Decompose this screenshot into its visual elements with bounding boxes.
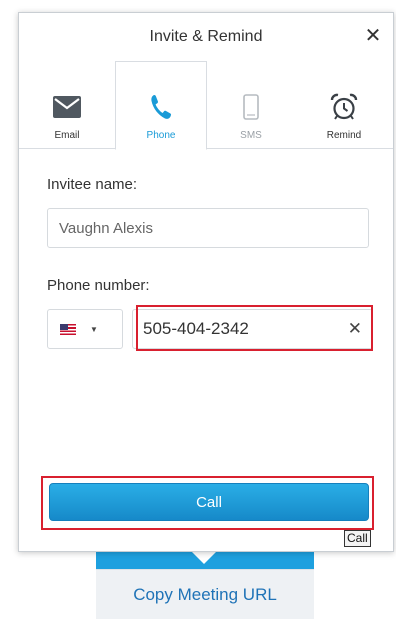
phone-number-input[interactable]	[133, 310, 353, 348]
call-button[interactable]: Call	[49, 483, 369, 521]
popover-pointer	[191, 551, 217, 564]
copy-meeting-url-button[interactable]: Copy Meeting URL	[96, 569, 314, 619]
us-flag-icon	[60, 323, 76, 335]
tab-sms-label: SMS	[240, 130, 262, 141]
tab-remind[interactable]: Remind	[295, 61, 393, 149]
alarm-clock-icon	[330, 90, 358, 124]
caret-down-icon: ▼	[90, 324, 98, 334]
envelope-icon	[53, 90, 81, 124]
tab-phone-label: Phone	[146, 130, 176, 141]
invitee-name-field[interactable]	[47, 208, 369, 248]
tab-email-label: Email	[54, 130, 80, 141]
tab-bar: Email Phone SMS Remind	[19, 61, 393, 150]
dialog-title: Invite & Remind	[149, 28, 263, 45]
tab-remind-label: Remind	[326, 130, 362, 141]
phone-number-field-wrapper: ✕	[132, 309, 373, 349]
tab-phone[interactable]: Phone	[115, 61, 207, 150]
mobile-icon	[243, 90, 259, 124]
clear-icon[interactable]: ✕	[348, 319, 362, 339]
tab-email[interactable]: Email	[19, 61, 115, 149]
country-code-dropdown[interactable]: ▼	[47, 309, 123, 349]
close-icon[interactable]: ✕	[363, 26, 383, 46]
phone-icon	[150, 90, 172, 124]
invitee-name-label: Invitee name:	[47, 176, 138, 193]
call-tooltip: Call	[344, 530, 371, 547]
invite-remind-dialog: Invite & Remind ✕ Email Phone SMS Remind…	[18, 12, 394, 552]
phone-number-label: Phone number:	[47, 277, 150, 294]
tab-sms[interactable]: SMS	[207, 61, 295, 149]
dialog-header: Invite & Remind	[19, 13, 393, 61]
